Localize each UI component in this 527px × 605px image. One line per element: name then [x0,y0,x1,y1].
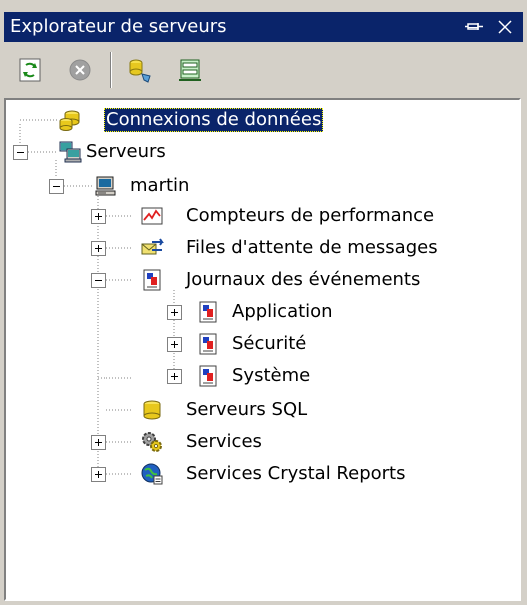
event-log-icon [199,301,217,323]
expand-toggle[interactable] [167,337,182,352]
expand-toggle[interactable] [91,209,106,224]
server-tree[interactable]: Connexions de données Serveurs martin Co… [4,98,521,601]
computer-icon [95,176,116,196]
sql-server-icon [143,400,161,420]
expand-toggle[interactable] [91,241,106,256]
title-bar[interactable]: Explorateur de serveurs [4,12,523,42]
collapse-toggle[interactable] [13,145,28,160]
tree-item-label: Sécurité [232,333,307,354]
panel-title: Explorateur de serveurs [10,16,227,37]
tree-item-label: Files d'attente de messages [186,237,438,258]
tree-item-label: Serveurs SQL [186,399,308,420]
connect-database-icon [129,59,151,83]
tree-item-label: martin [130,175,190,196]
server-explorer-panel: Explorateur de serveurs Connexions de do… [0,0,527,605]
connect-database-button[interactable] [124,54,156,86]
connect-server-icon [179,59,201,81]
tree-item-label: Services [186,431,262,452]
close-icon[interactable] [494,16,516,38]
expand-toggle[interactable] [91,435,106,450]
performance-counter-icon [141,207,163,225]
refresh-button[interactable] [14,54,46,86]
event-log-icon [199,365,217,387]
toolbar-separator [110,52,112,88]
tree-item-label: Services Crystal Reports [186,463,406,484]
tree-item-label: Journaux des événements [186,269,421,290]
connect-server-button[interactable] [174,54,206,86]
event-log-icon [143,269,161,291]
event-log-icon [199,333,217,355]
collapse-toggle[interactable] [49,179,64,194]
expand-toggle[interactable] [167,369,182,384]
stop-icon [69,59,91,81]
pin-icon[interactable] [464,16,486,38]
refresh-icon [19,58,41,82]
expand-toggle[interactable] [167,305,182,320]
stop-button[interactable] [64,54,96,86]
servers-icon [59,141,82,163]
expand-toggle[interactable] [91,467,106,482]
services-icon [142,432,162,452]
collapse-toggle[interactable] [91,273,106,288]
message-queue-icon [141,238,164,255]
tree-item-label: Compteurs de performance [186,205,435,226]
toolbar [4,44,523,96]
tree-item-label: Système [232,365,311,386]
tree-item-label: Serveurs [86,141,166,162]
tree-item-label: Connexions de données [104,108,324,132]
crystal-reports-icon [141,463,163,485]
data-connections-icon [59,110,80,131]
tree-item-label: Application [232,301,333,322]
